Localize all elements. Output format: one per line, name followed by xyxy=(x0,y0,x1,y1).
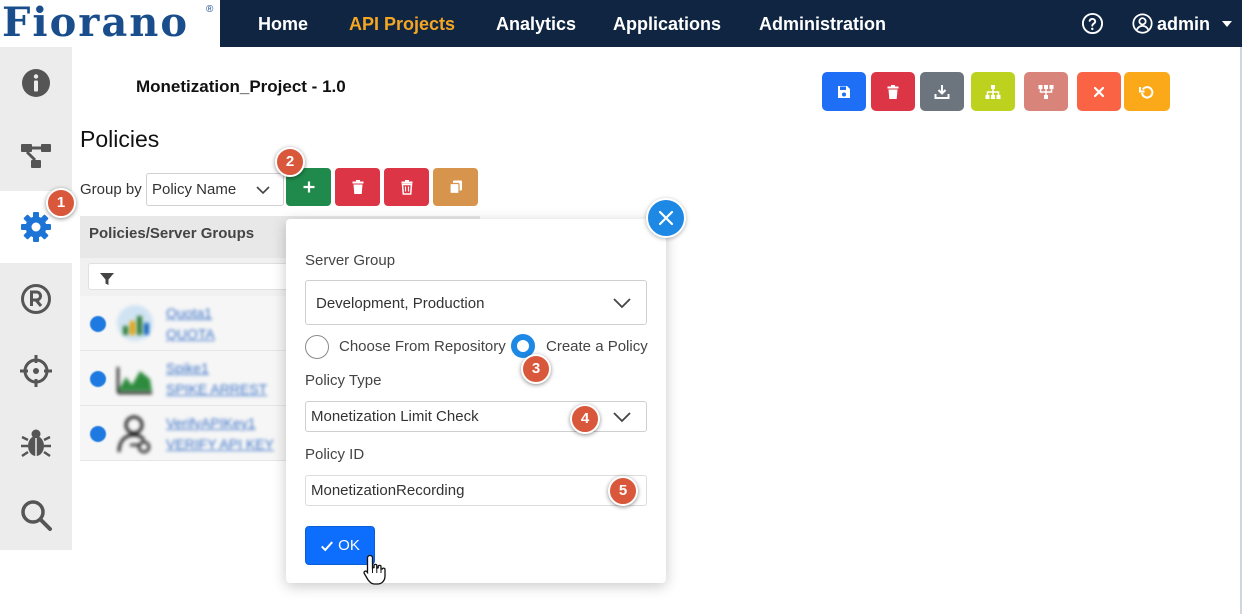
plus-icon xyxy=(303,181,314,193)
policy-id-input[interactable]: MonetizationRecording xyxy=(305,475,647,506)
policy-type-link[interactable]: SPIKE ARREST xyxy=(166,380,267,398)
trash-icon xyxy=(887,84,899,99)
app-window: Fiorano ® Home API Projects Analytics Ap… xyxy=(0,0,1242,614)
server-group-value: Development, Production xyxy=(316,295,485,312)
radio-choose-label: Choose From Repository xyxy=(339,338,506,355)
close-project-button[interactable] xyxy=(1077,72,1121,111)
sidebar-item-target[interactable] xyxy=(0,335,72,407)
chevron-down-icon xyxy=(613,298,631,309)
group-by-select[interactable]: Policy Name xyxy=(146,173,284,206)
quota-policy-icon xyxy=(117,305,153,341)
org-chart-button[interactable] xyxy=(1024,72,1068,111)
dialog-close-button[interactable] xyxy=(646,198,686,238)
save-button[interactable] xyxy=(822,72,866,111)
policy-type-label: Policy Type xyxy=(305,372,382,389)
hierarchy-button[interactable] xyxy=(971,72,1015,111)
nav-home[interactable]: Home xyxy=(258,13,308,35)
chevron-down-icon[interactable] xyxy=(1222,21,1232,27)
search-icon xyxy=(21,500,52,531)
policy-name-link[interactable]: Quota1 xyxy=(166,304,212,322)
copy-policy-button[interactable] xyxy=(433,168,478,206)
download-button[interactable] xyxy=(920,72,964,111)
step-badge-2: 2 xyxy=(275,147,305,177)
nav-administration[interactable]: Administration xyxy=(759,13,886,35)
filter-icon xyxy=(100,273,114,285)
project-title: Monetization_Project - 1.0 xyxy=(136,77,346,96)
policy-type-link[interactable]: QUOTA xyxy=(166,325,215,343)
ok-button-label: OK xyxy=(338,537,360,554)
flow-icon xyxy=(21,144,51,168)
policy-id-label: Policy ID xyxy=(305,446,365,463)
delete-project-button[interactable] xyxy=(871,72,915,111)
server-group-label: Server Group xyxy=(305,252,396,269)
trash-icon xyxy=(401,180,412,195)
logo[interactable]: Fiorano ® xyxy=(0,0,220,47)
create-policy-dialog: Server Group Development, Production Cho… xyxy=(286,219,666,583)
chevron-down-icon xyxy=(256,186,270,195)
hand-cursor-icon xyxy=(363,554,386,585)
spike-arrest-policy-icon xyxy=(116,367,152,395)
hierarchy-icon xyxy=(985,84,1001,99)
user-menu-label[interactable]: admin xyxy=(1157,13,1210,35)
step-badge-5: 5 xyxy=(608,476,638,506)
sidebar-item-debug[interactable] xyxy=(0,407,72,479)
bug-icon xyxy=(21,429,51,458)
trash-icon xyxy=(352,180,363,194)
nav-analytics[interactable]: Analytics xyxy=(496,13,576,35)
org-chart-icon xyxy=(1038,84,1054,99)
chevron-down-icon xyxy=(613,412,631,423)
sidebar-item-search[interactable] xyxy=(0,479,72,551)
table-header-label: Policies/Server Groups xyxy=(89,225,255,242)
step-badge-3: 3 xyxy=(521,354,551,384)
check-icon xyxy=(321,540,334,551)
sidebar xyxy=(0,47,72,550)
nav-applications[interactable]: Applications xyxy=(613,13,721,35)
close-icon xyxy=(1093,86,1105,97)
policy-id-value: MonetizationRecording xyxy=(311,482,465,499)
close-icon xyxy=(658,210,674,226)
delete-all-policies-button[interactable] xyxy=(384,168,429,206)
policy-name-link[interactable]: Spike1 xyxy=(166,359,209,377)
copy-icon xyxy=(448,180,462,195)
verify-api-key-policy-icon xyxy=(117,415,151,454)
row-status-dot xyxy=(90,426,106,442)
row-status-dot xyxy=(90,316,106,332)
group-by-label: Group by xyxy=(80,181,142,198)
user-avatar-icon[interactable] xyxy=(1132,13,1153,34)
policy-name-link[interactable]: VerifyAPIKey1 xyxy=(166,414,256,432)
sidebar-item-flow[interactable] xyxy=(0,119,72,191)
top-navbar: Fiorano ® Home API Projects Analytics Ap… xyxy=(0,0,1242,47)
download-icon xyxy=(934,84,950,99)
registered-icon xyxy=(21,284,51,314)
policy-type-value: Monetization Limit Check xyxy=(311,408,479,425)
policy-type-link[interactable]: VERIFY API KEY xyxy=(166,435,274,453)
crosshair-icon xyxy=(20,355,52,387)
radio-choose-from-repository[interactable] xyxy=(305,335,329,359)
undo-icon xyxy=(1139,85,1154,99)
server-group-select[interactable]: Development, Production xyxy=(305,280,647,325)
policies-heading: Policies xyxy=(80,126,160,152)
gear-icon xyxy=(21,212,51,242)
nav-api-projects[interactable]: API Projects xyxy=(349,13,455,35)
logo-text: Fiorano xyxy=(2,0,190,46)
delete-policy-button[interactable] xyxy=(335,168,380,206)
row-status-dot xyxy=(90,371,106,387)
step-badge-4: 4 xyxy=(570,404,600,434)
info-icon xyxy=(22,69,50,97)
sidebar-item-info[interactable] xyxy=(0,47,72,119)
help-icon[interactable] xyxy=(1081,12,1104,35)
group-by-value: Policy Name xyxy=(152,181,237,198)
logo-registered-mark: ® xyxy=(206,4,214,15)
sidebar-item-registry[interactable] xyxy=(0,263,72,335)
undo-button[interactable] xyxy=(1124,72,1170,111)
save-icon xyxy=(838,85,850,98)
radio-create-label: Create a Policy xyxy=(546,338,648,355)
step-badge-1: 1 xyxy=(46,188,76,218)
